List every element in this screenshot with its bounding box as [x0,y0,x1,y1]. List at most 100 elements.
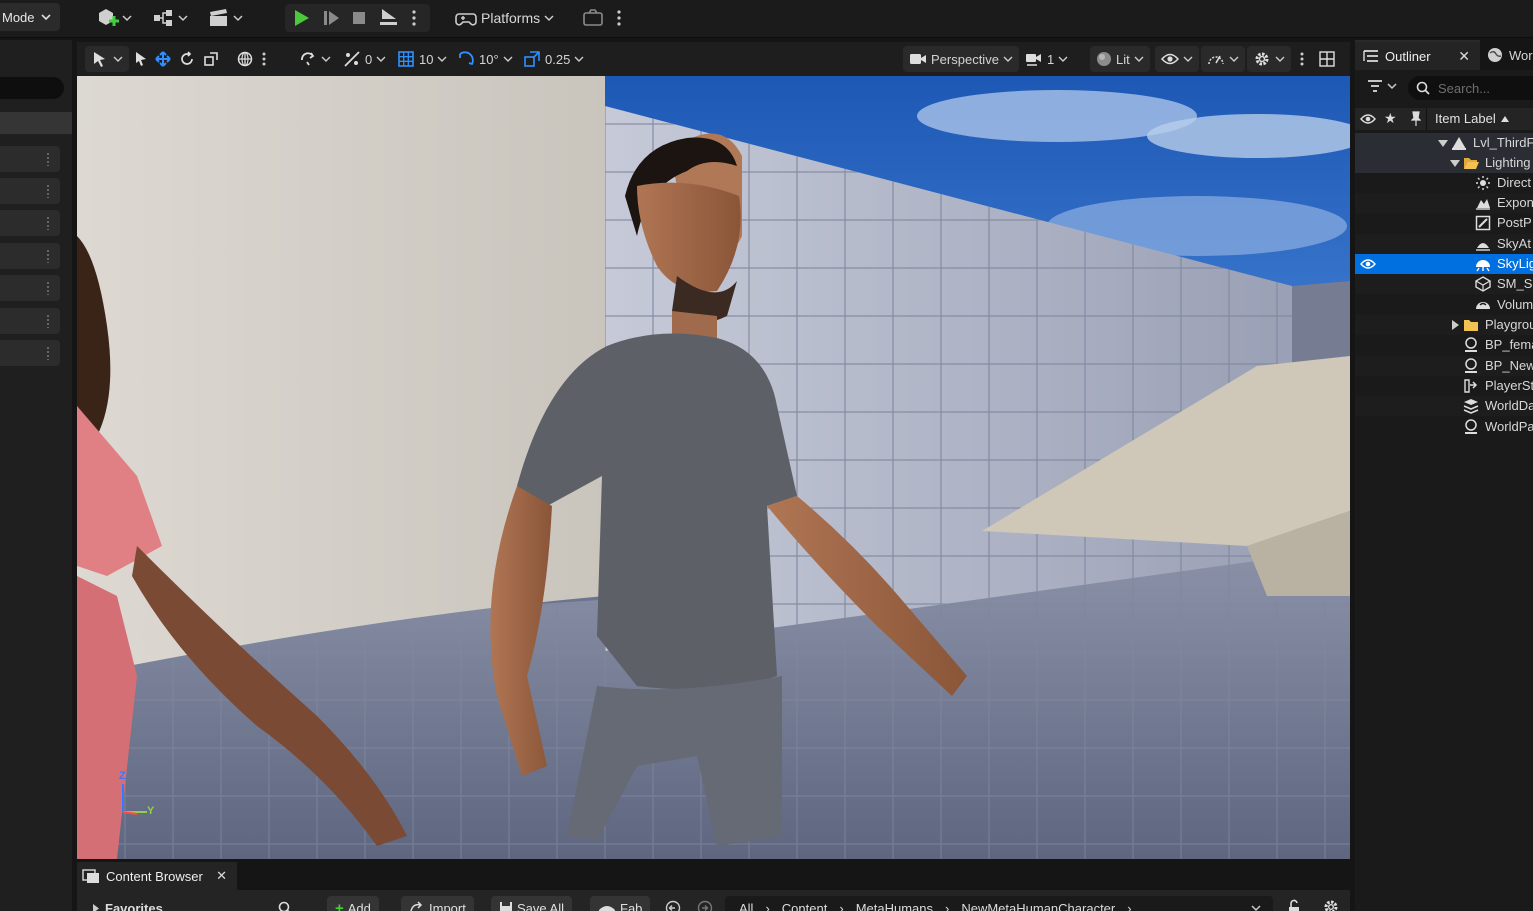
scene-render[interactable] [77,76,1350,859]
chevron-right-icon[interactable]: › [765,901,769,911]
expand-arrow-icon[interactable] [1438,140,1448,147]
select-mode-button[interactable] [85,46,129,72]
stop-icon[interactable] [349,8,369,28]
outliner-list-icon [1363,50,1378,62]
outliner-row-actor[interactable]: Volum [1355,295,1533,315]
place-category-item[interactable] [0,243,60,269]
scale-snap-button[interactable]: 0.25 [523,46,584,72]
drag-handle-icon[interactable] [46,216,50,230]
outliner-search-input[interactable]: Search... [1408,76,1533,100]
outliner-row-folder[interactable]: Lighting [1355,153,1533,173]
surface-snapping-button[interactable] [299,46,331,72]
viewport-more-icon[interactable] [1299,51,1305,67]
outliner-row-actor[interactable]: BP_fema [1355,335,1533,355]
drag-handle-icon[interactable] [46,281,50,295]
drag-handle-icon[interactable] [46,314,50,328]
chevron-right-icon[interactable]: › [839,901,843,911]
view-mode-button[interactable]: Lit [1090,46,1150,72]
tab-outliner[interactable]: Outliner ✕ [1355,40,1480,70]
camera-speed-button[interactable]: 1 [1025,46,1068,72]
blueprints-button[interactable] [152,4,188,32]
place-category-item[interactable] [0,178,60,204]
add-button[interactable]: + Add [327,896,379,911]
close-icon[interactable]: ✕ [1458,48,1470,65]
gear-icon[interactable] [1323,899,1339,911]
source-control-icon[interactable] [582,8,604,28]
import-button[interactable]: Import [401,896,474,911]
more-options-icon[interactable] [411,9,417,27]
outliner-row-folder[interactable]: Playgrou [1355,315,1533,335]
world-space-icon[interactable] [237,51,253,67]
visibility-eye-icon[interactable] [1360,113,1376,125]
visibility-eye-icon[interactable] [1360,258,1376,270]
viewport-settings-button[interactable] [1247,46,1291,72]
perspective-button[interactable]: Perspective [903,46,1019,72]
favorites-section[interactable]: Favorites [93,901,163,911]
scale-icon[interactable] [203,51,219,67]
select-arrow-icon[interactable] [133,51,149,67]
place-category-item[interactable] [0,340,60,366]
outliner-row-actor-selected[interactable]: SkyLig [1355,254,1533,274]
outliner-row-actor[interactable]: PostP [1355,213,1533,233]
chevron-right-icon[interactable]: › [945,901,949,911]
outliner-row-level[interactable]: Lvl_ThirdF [1355,133,1533,153]
chevron-down-icon[interactable] [1251,903,1261,911]
filter-button[interactable] [1367,79,1397,93]
performance-button[interactable] [1201,46,1245,72]
platforms-button[interactable]: Platforms [455,4,554,32]
history-back-icon[interactable] [665,900,681,911]
place-actors-search[interactable] [0,77,64,99]
drag-handle-icon[interactable] [46,152,50,166]
breadcrumb-item[interactable]: NewMetaHumanCharacter [961,901,1115,911]
outliner-row-actor[interactable]: SkyAt [1355,234,1533,254]
cinematics-button[interactable] [207,4,243,32]
item-label-column[interactable]: Item Label [1435,111,1509,126]
drag-handle-icon[interactable] [46,346,50,360]
breadcrumb-item[interactable]: All [739,901,753,911]
translate-icon[interactable] [155,51,171,67]
history-forward-icon[interactable] [697,900,713,911]
tab-content-browser[interactable]: Content Browser ✕ [77,862,237,890]
outliner-row-actor[interactable]: PlayerSt [1355,376,1533,396]
fab-button[interactable]: Fab [590,896,651,911]
outliner-row-actor[interactable]: Expon [1355,193,1533,213]
save-all-button[interactable]: Save All [491,896,572,911]
drag-handle-icon[interactable] [46,184,50,198]
close-icon[interactable]: ✕ [216,868,227,884]
category-header[interactable] [0,112,72,134]
layout-grid-icon[interactable] [1319,51,1335,67]
pin-icon[interactable] [1411,111,1421,127]
play-icon[interactable] [291,8,311,28]
place-category-item[interactable] [0,210,60,236]
mode-button[interactable]: Mode [0,3,60,31]
outliner-row-actor[interactable]: WorldPa [1355,417,1533,437]
tab-world-settings[interactable]: Wor [1487,40,1533,70]
place-category-item[interactable] [0,308,60,334]
lock-open-icon[interactable] [1286,899,1302,911]
place-category-item[interactable] [0,275,60,301]
chevron-right-icon[interactable]: › [1127,901,1131,911]
level-viewport[interactable]: 0 10 10° 0.25 Perspective 1 Lit Z Y [77,42,1350,859]
outliner-row-actor[interactable]: WorldDa [1355,396,1533,416]
rotate-icon[interactable] [179,51,195,67]
add-actor-button[interactable] [96,4,132,32]
search-icon[interactable] [278,901,292,911]
collapse-arrow-icon[interactable] [1452,320,1459,330]
place-category-item[interactable] [0,146,60,172]
breadcrumb-item[interactable]: Content [782,901,828,911]
show-flags-button[interactable] [1155,46,1199,72]
snap-translate-button[interactable]: 0 [343,46,386,72]
outliner-row-actor[interactable]: Direct [1355,173,1533,193]
eject-possess-icon[interactable] [377,7,399,29]
transform-more-icon[interactable] [261,51,267,67]
expand-arrow-icon[interactable] [1450,160,1460,167]
rotation-snap-button[interactable]: 10° [457,46,513,72]
star-icon[interactable]: ★ [1384,110,1397,127]
outliner-row-actor[interactable]: SM_Sl [1355,274,1533,294]
settings-more-icon[interactable] [616,9,622,27]
grid-snap-button[interactable]: 10 [397,46,447,72]
advance-frame-icon[interactable] [321,8,341,28]
outliner-row-actor[interactable]: BP_New [1355,356,1533,376]
breadcrumb-item[interactable]: MetaHumans [856,901,933,911]
drag-handle-icon[interactable] [46,249,50,263]
